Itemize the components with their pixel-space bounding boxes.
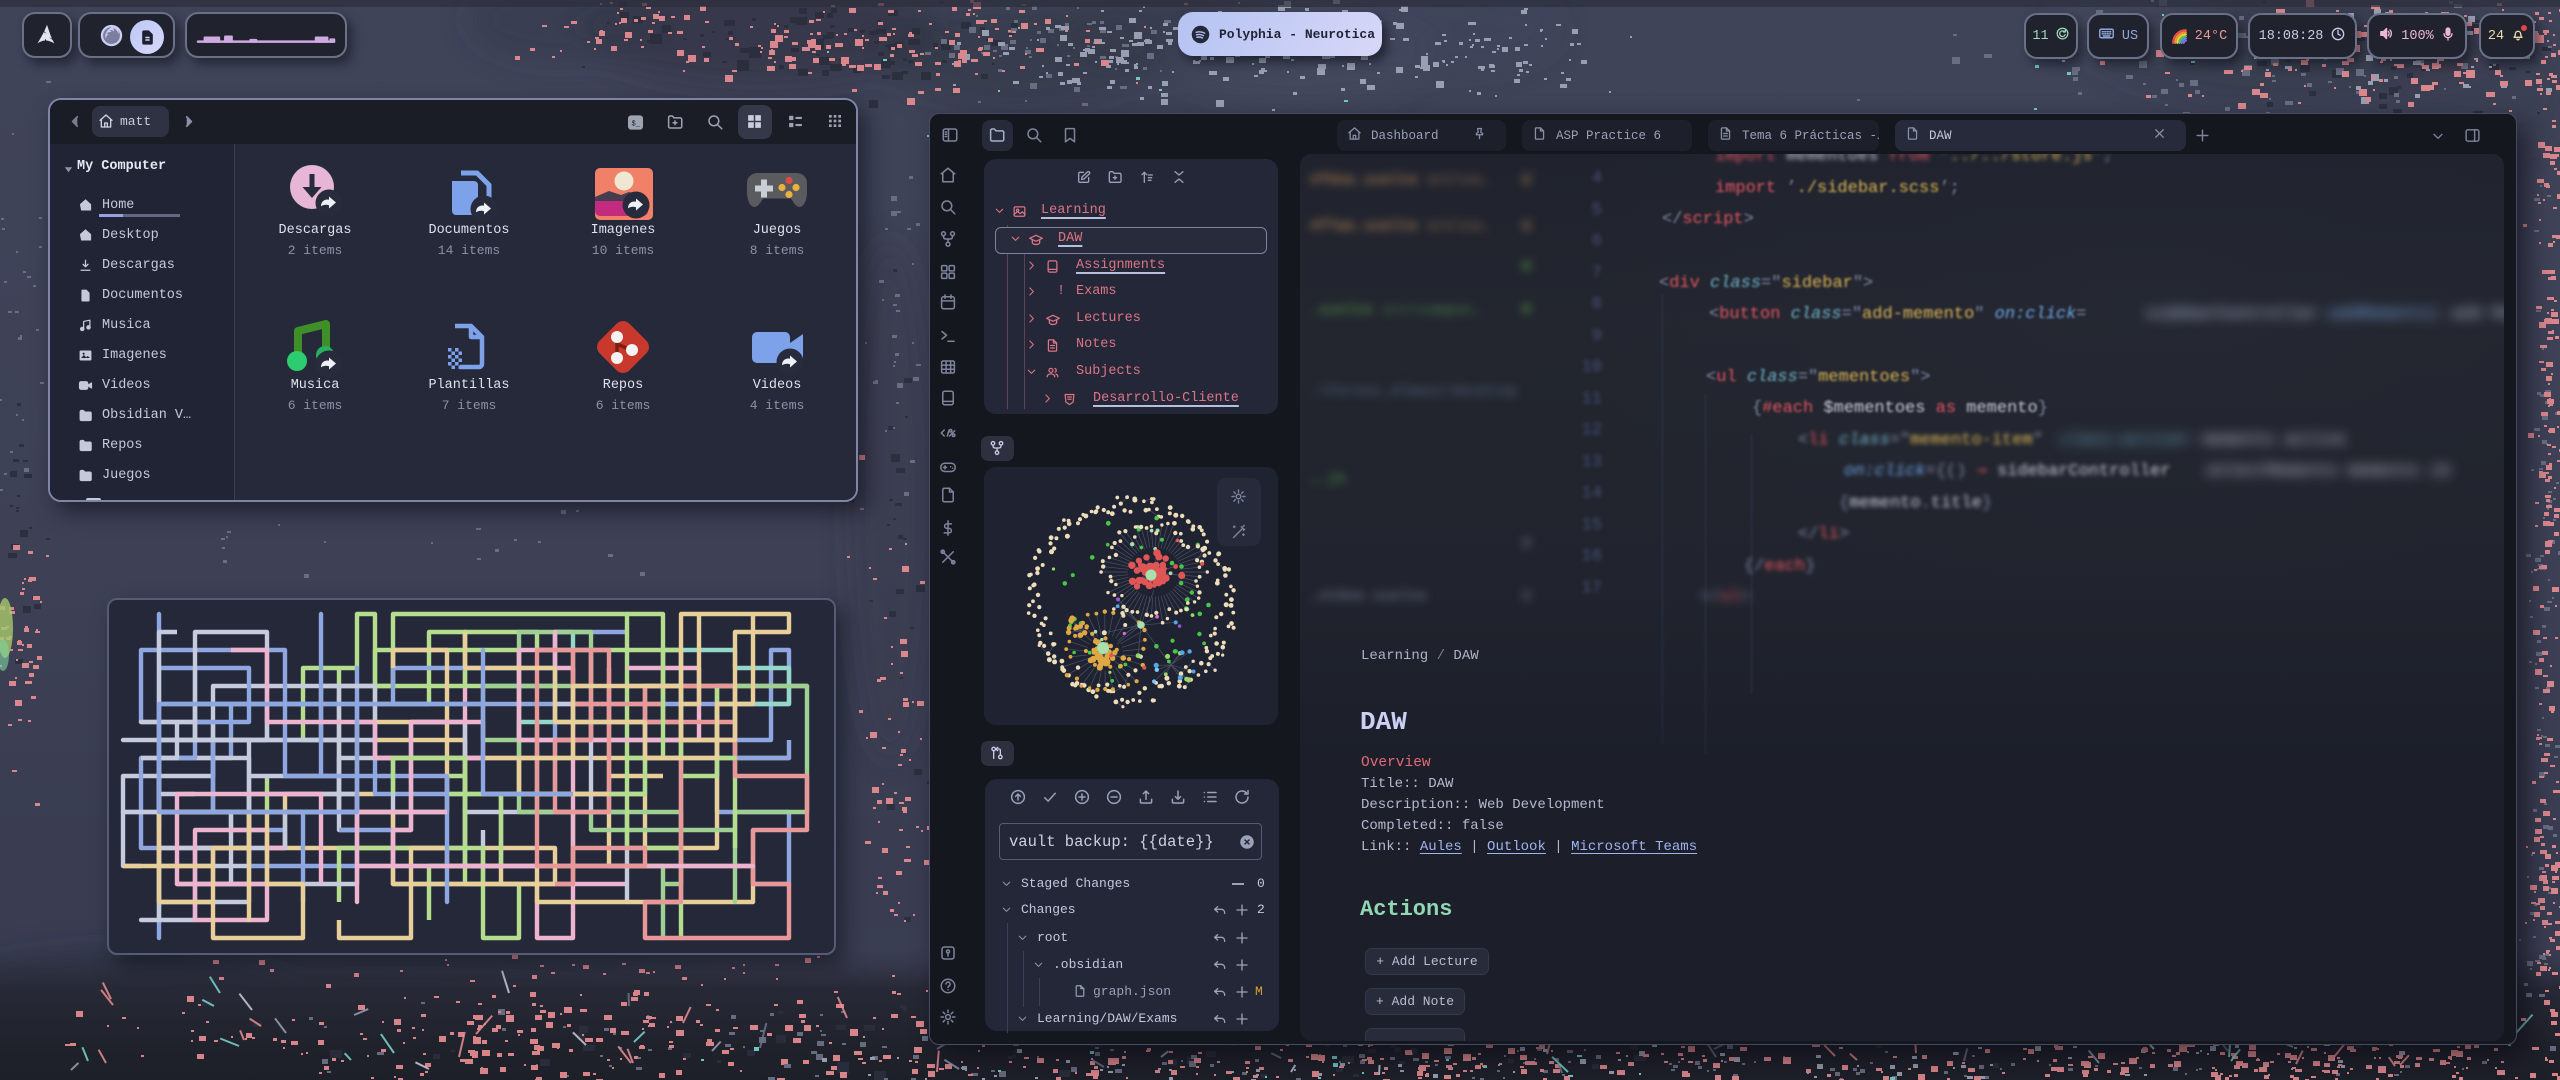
svg-text:$_: $_ (632, 120, 641, 128)
